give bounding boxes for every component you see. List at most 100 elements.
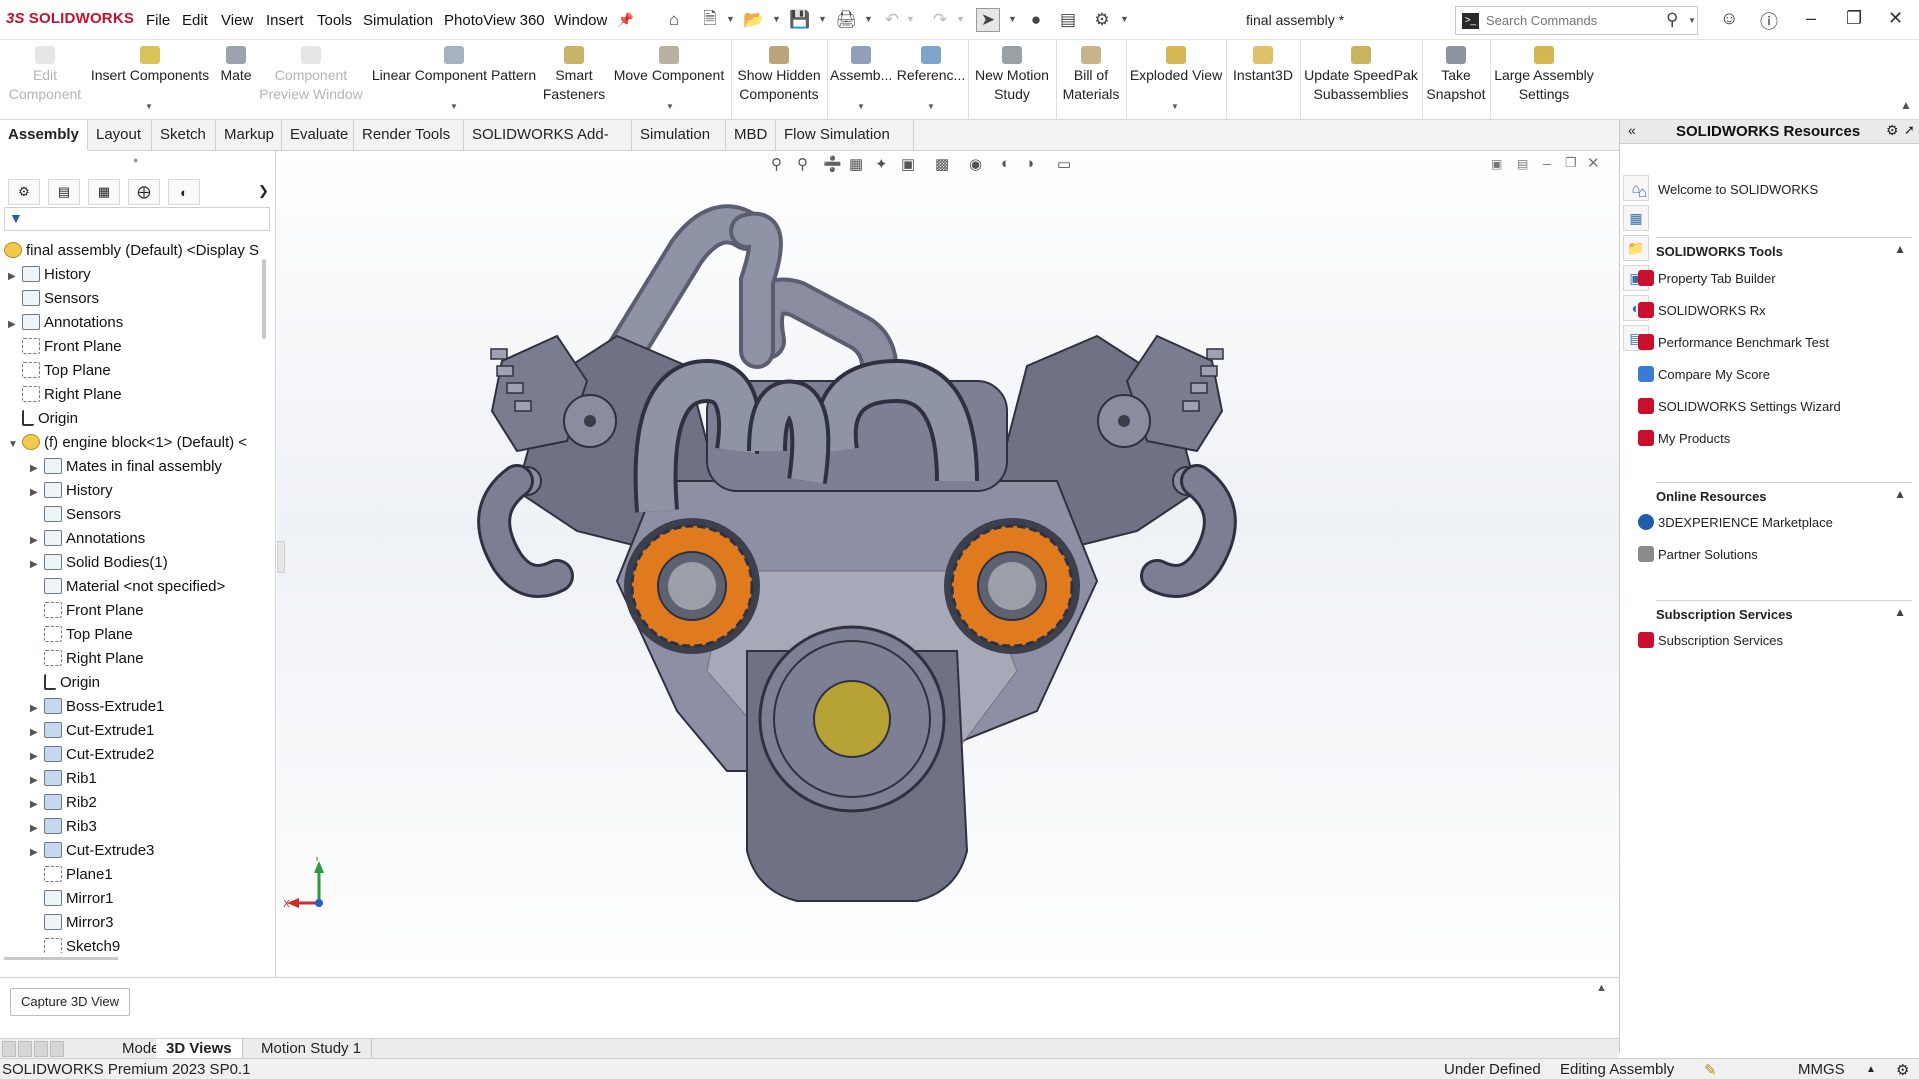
move-component-button[interactable]: Move Component — [610, 46, 728, 85]
update-speedpak-button[interactable]: Update SpeedPak Subassemblies — [1302, 46, 1420, 104]
tab-solidworks-addins[interactable]: SOLIDWORKS Add-Ins — [464, 120, 632, 173]
previous-tab-icon[interactable] — [18, 1041, 32, 1057]
assembly-features-dropdown-icon[interactable]: ▼ — [857, 102, 865, 111]
undo-icon[interactable]: ↶ — [880, 8, 904, 32]
feature-manager-tab-icon[interactable]: ⚙ — [8, 179, 40, 205]
tree-item[interactable]: ▶ Rib2 — [30, 791, 97, 815]
rebuild-icon[interactable]: ✎ — [1704, 1061, 1717, 1079]
tree-item[interactable]: ▶ Rib3 — [30, 815, 97, 839]
tab-flow-simulation[interactable]: Flow Simulation — [776, 120, 914, 151]
expand-arrow-icon[interactable]: ▶ — [30, 769, 44, 793]
minimize-icon[interactable]: – — [1806, 8, 1816, 29]
panel-splitter-handle[interactable]: ● — [133, 155, 138, 165]
menu-view[interactable]: View — [221, 12, 253, 29]
units-dropdown-icon[interactable]: ▲ — [1866, 1064, 1876, 1075]
configuration-manager-tab-icon[interactable]: ▦ — [88, 179, 120, 205]
tree-item[interactable]: ▶ Cut-Extrude2 — [30, 743, 154, 767]
undo-dropdown-icon[interactable]: ▼ — [906, 14, 915, 24]
tab-layout[interactable]: Layout — [88, 120, 152, 151]
panel-collapse-handle[interactable] — [277, 541, 285, 573]
filter-icon[interactable]: ▼ — [9, 210, 23, 226]
customize-icon[interactable]: ⚙ — [1896, 1061, 1909, 1079]
new-dropdown-icon[interactable]: ▼ — [726, 14, 735, 24]
tree-root-assembly[interactable]: final assembly (Default) <Display S — [4, 239, 259, 263]
collapse-arrow-icon[interactable]: ▼ — [8, 433, 22, 457]
expand-arrow-icon[interactable]: ▶ — [30, 553, 44, 577]
edit-component-button[interactable]: Edit Component — [4, 46, 86, 104]
mate-button[interactable]: Mate — [214, 46, 258, 85]
menu-photoview[interactable]: PhotoView 360 — [444, 12, 545, 29]
tab-mbd[interactable]: MBD — [726, 120, 776, 151]
close-icon[interactable]: ✕ — [1888, 8, 1903, 29]
tab-render-tools[interactable]: Render Tools — [354, 120, 464, 151]
expand-arrow-icon[interactable]: ▶ — [30, 817, 44, 841]
link-subscription-services[interactable]: Subscription Services — [1638, 632, 1783, 648]
link-compare-my-score[interactable]: Compare My Score — [1638, 366, 1770, 382]
link-performance-benchmark[interactable]: Performance Benchmark Test — [1638, 334, 1829, 350]
tree-item[interactable]: ▶ Solid Bodies(1) — [30, 551, 168, 575]
exploded-view-dropdown-icon[interactable]: ▼ — [1171, 102, 1179, 111]
pin-icon[interactable]: 📌 — [614, 8, 638, 32]
tree-item[interactable]: ▶ Cut-Extrude3 — [30, 839, 154, 863]
print-dropdown-icon[interactable]: ▼ — [864, 14, 873, 24]
tab-simulation[interactable]: Simulation — [632, 120, 726, 151]
task-pane-settings-icon[interactable]: ⚙ — [1886, 122, 1899, 139]
tree-item[interactable]: Right Plane — [8, 383, 122, 407]
tree-item[interactable]: Origin — [8, 407, 78, 431]
tab-markup[interactable]: Markup — [216, 120, 282, 151]
save-icon[interactable]: 💾 — [788, 8, 812, 32]
take-snapshot-button[interactable]: Take Snapshot — [1424, 46, 1488, 104]
tree-item[interactable]: Front Plane — [8, 335, 122, 359]
solidworks-logo[interactable]: 3S SOLIDWORKS — [6, 10, 134, 27]
collapse-panel-icon[interactable]: ▲ — [1596, 982, 1607, 994]
large-assembly-settings-button[interactable]: Large Assembly Settings — [1492, 46, 1596, 104]
tree-item[interactable]: Sketch9 — [30, 935, 120, 953]
search-input[interactable] — [1486, 13, 1656, 28]
tree-item[interactable]: Sensors — [30, 503, 121, 527]
new-motion-study-button[interactable]: New Motion Study — [970, 46, 1054, 104]
tree-item[interactable]: ▶ Mates in final assembly — [30, 455, 222, 479]
reference-geometry-button[interactable]: Referenc... — [896, 46, 966, 85]
tree-item[interactable]: Front Plane — [30, 599, 144, 623]
tree-item[interactable]: ▶ History — [8, 263, 91, 287]
unit-system[interactable]: MMGS — [1798, 1061, 1845, 1078]
expand-arrow-icon[interactable]: ▶ — [30, 745, 44, 769]
save-dropdown-icon[interactable]: ▼ — [818, 14, 827, 24]
tab-3d-views[interactable]: 3D Views — [156, 1039, 243, 1059]
linear-component-pattern-button[interactable]: Linear Component Pattern — [368, 46, 540, 85]
menu-edit[interactable]: Edit — [182, 12, 208, 29]
redo-dropdown-icon[interactable]: ▼ — [956, 14, 965, 24]
link-3dexperience-marketplace[interactable]: 3DEXPERIENCE Marketplace — [1638, 514, 1833, 530]
print-icon[interactable]: 🖨 — [834, 8, 858, 32]
tree-item[interactable]: Right Plane — [30, 647, 144, 671]
section-online-resources[interactable]: Online Resources ▲ — [1656, 482, 1912, 504]
tree-item[interactable]: Mirror3 — [30, 911, 114, 935]
tree-item[interactable]: Material <not specified> — [30, 575, 225, 599]
tree-item[interactable]: Top Plane — [30, 623, 133, 647]
tree-filter[interactable]: ▼ — [4, 207, 270, 231]
open-folder-icon[interactable]: 📂 — [742, 8, 766, 32]
expand-arrow-icon[interactable]: ▶ — [30, 721, 44, 745]
tree-item[interactable]: Plane1 — [30, 863, 113, 887]
show-hidden-components-button[interactable]: Show Hidden Components — [734, 46, 824, 104]
link-settings-wizard[interactable]: SOLIDWORKS Settings Wizard — [1638, 398, 1841, 414]
tree-item[interactable]: ▶ Cut-Extrude1 — [30, 719, 154, 743]
select-pointer-icon[interactable]: ➤ — [976, 8, 1000, 32]
expand-arrow-icon[interactable]: ▶ — [30, 697, 44, 721]
expand-arrow-icon[interactable]: ▶ — [8, 265, 22, 289]
new-document-icon[interactable]: 🗎 — [698, 8, 722, 32]
first-tab-icon[interactable] — [2, 1041, 16, 1057]
collapse-section-icon[interactable]: ▲ — [1894, 242, 1906, 256]
instant3d-button[interactable]: Instant3D — [1228, 46, 1298, 85]
home-icon[interactable]: ⌂ — [662, 8, 686, 32]
menu-insert[interactable]: Insert — [266, 12, 304, 29]
link-my-products[interactable]: My Products — [1638, 430, 1730, 446]
dimxpert-tab-icon[interactable]: ⨁ — [128, 179, 160, 205]
engine-model[interactable] — [277, 151, 1619, 977]
property-manager-tab-icon[interactable]: ▤ — [48, 179, 80, 205]
tab-motion-study-1[interactable]: Motion Study 1 — [251, 1039, 373, 1059]
expand-arrow-icon[interactable]: ▶ — [30, 457, 44, 481]
pin-icon[interactable]: ➚ — [1904, 122, 1915, 138]
assembly-features-button[interactable]: Assemb... — [830, 46, 892, 85]
link-partner-solutions[interactable]: Partner Solutions — [1638, 546, 1758, 562]
